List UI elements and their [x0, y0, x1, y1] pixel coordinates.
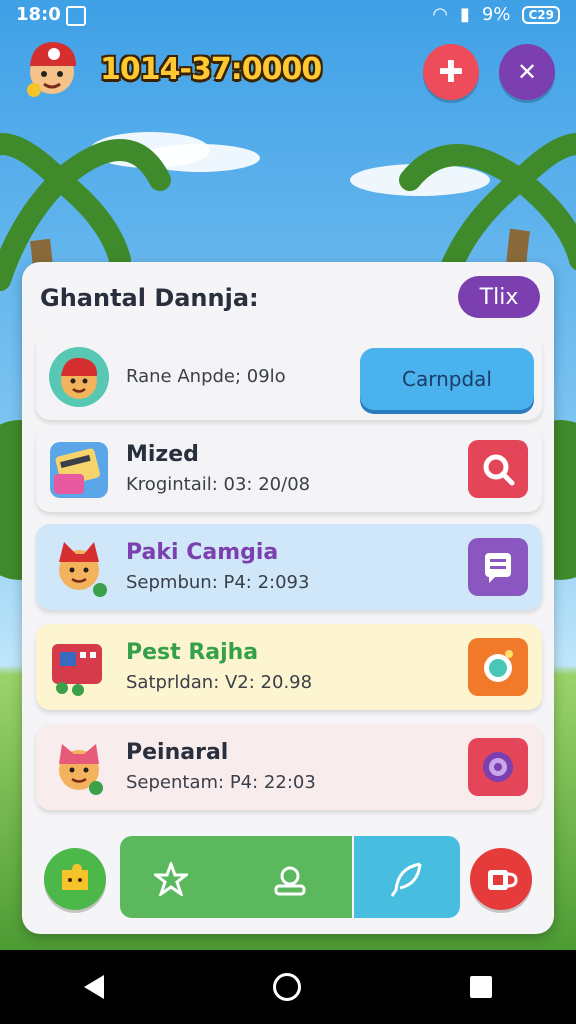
feather-icon — [390, 862, 422, 897]
action-bar — [120, 836, 352, 918]
list-item[interactable]: Paki Camgia Sepmbun: P4: 2:093 — [36, 524, 542, 610]
character-fox-icon — [59, 542, 107, 597]
tools-icon: ✕ — [516, 58, 538, 86]
character-avatar-icon — [49, 347, 109, 407]
radio-device-icon — [52, 644, 102, 696]
panel-title: Ghantal Dannja: — [40, 284, 259, 312]
gear-icon[interactable] — [272, 862, 308, 896]
score-counter: 1014-37:0000 — [100, 52, 322, 87]
tablet-icon — [50, 442, 108, 498]
item-title: Paki Camgia — [126, 540, 279, 565]
item-subtitle: Krogintail: 03: 20/08 — [126, 474, 311, 495]
search-icon — [483, 454, 515, 486]
chat-icon — [485, 553, 511, 583]
camera-button[interactable] — [468, 638, 528, 696]
plus-icon: ✚ — [438, 54, 464, 90]
camera-icon — [484, 650, 513, 682]
profile-row: Rane Anpde; 09lo Carnpdal — [36, 334, 542, 420]
record-button[interactable] — [468, 738, 528, 796]
back-icon[interactable] — [84, 975, 105, 999]
item-title: Pest Rajha — [126, 640, 259, 665]
character-cat-icon — [59, 744, 103, 795]
list-item[interactable]: Pest Rajha Satprldan: V2: 20.98 — [36, 624, 542, 710]
home-icon[interactable] — [272, 973, 301, 1001]
notification-icon — [66, 6, 86, 26]
search-button[interactable] — [468, 440, 528, 498]
star-icon[interactable] — [154, 862, 188, 896]
wifi-icon: ◠ — [432, 4, 449, 25]
recents-icon[interactable] — [469, 976, 492, 998]
puzzle-button[interactable] — [44, 848, 106, 910]
game-header: 1014-37:0000 ✚ ✕ — [0, 34, 576, 110]
add-button[interactable]: ✚ — [423, 44, 479, 100]
feather-button[interactable] — [354, 836, 460, 918]
item-subtitle: Sepmbun: P4: 2:093 — [126, 572, 310, 593]
chat-button[interactable] — [468, 538, 528, 596]
profile-text: Rane Anpde; 09lo — [126, 366, 286, 387]
status-bar: 18:0 ◠ ▮ 9% C29 — [0, 0, 576, 30]
puzzle-icon — [62, 864, 88, 890]
item-title: Peinaral — [126, 740, 229, 765]
status-percent: 9% — [481, 4, 511, 25]
item-subtitle: Satprldan: V2: 20.98 — [126, 672, 313, 693]
panel-tag-button[interactable]: Tlix — [458, 276, 540, 318]
system-navbar — [0, 950, 576, 1024]
mug-icon — [488, 870, 518, 890]
bottom-toolbar — [22, 834, 554, 920]
list-item[interactable]: Mized Krogintail: 03: 20/08 — [36, 426, 542, 512]
campaign-button[interactable]: Carnpdal — [360, 348, 534, 410]
record-icon — [483, 752, 513, 782]
status-time: 18:0 — [16, 4, 61, 25]
item-title: Mized — [126, 442, 199, 467]
main-panel: Ghantal Dannja: Tlix Rane Anpde; 09lo Ca… — [22, 262, 554, 934]
tools-button[interactable]: ✕ — [499, 44, 555, 100]
player-avatar[interactable] — [22, 36, 82, 100]
item-subtitle: Sepentam: P4: 22:03 — [126, 772, 316, 793]
signal-icon: ▮ — [460, 4, 470, 25]
mug-button[interactable] — [470, 848, 532, 910]
battery-icon: C29 — [522, 5, 560, 24]
list-item[interactable]: Peinaral Sepentam: P4: 22:03 — [36, 724, 542, 810]
